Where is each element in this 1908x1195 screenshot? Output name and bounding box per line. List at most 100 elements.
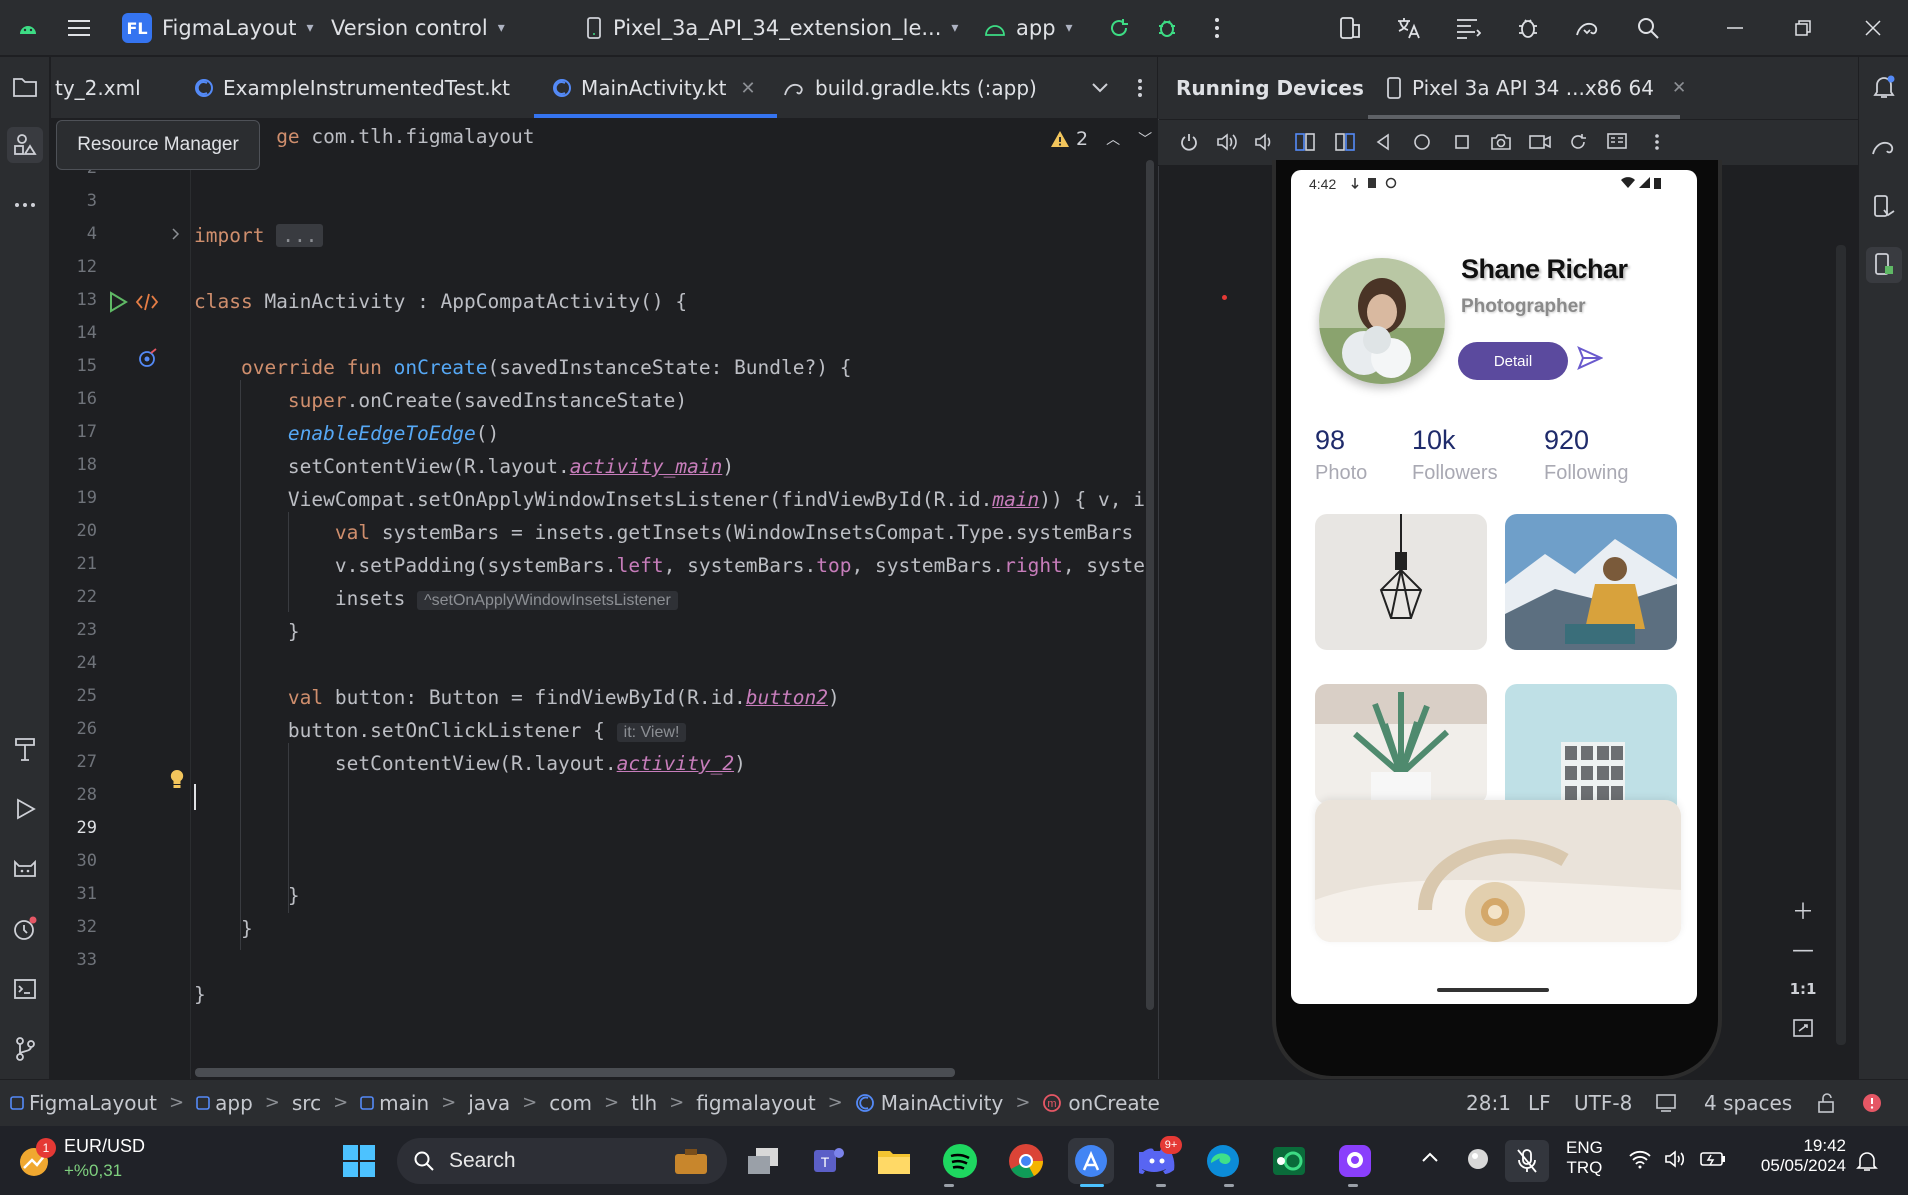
tray-overflow-icon[interactable] bbox=[1420, 1150, 1440, 1164]
gallery-image-plant[interactable] bbox=[1315, 684, 1487, 804]
translate-icon[interactable] bbox=[1390, 0, 1426, 56]
breadcrumb-item[interactable]: figmalayout bbox=[696, 1091, 815, 1115]
spotify-icon[interactable] bbox=[937, 1138, 983, 1184]
project-selector[interactable]: FL FigmaLayout ▾ bbox=[122, 0, 313, 56]
android-studio-taskbar-icon[interactable] bbox=[1068, 1138, 1114, 1184]
project-folder-icon[interactable] bbox=[7, 69, 43, 105]
chrome-icon[interactable] bbox=[1003, 1138, 1049, 1184]
notification-bell-icon[interactable] bbox=[1856, 1150, 1878, 1172]
line-separator[interactable]: LF bbox=[1528, 1079, 1551, 1126]
readonly-toggle-icon[interactable] bbox=[1656, 1079, 1676, 1126]
snapshot-icon[interactable] bbox=[1564, 128, 1592, 156]
device-screen[interactable]: 4:42 Shane Richar Photographer Detail 98… bbox=[1291, 170, 1697, 1004]
file-encoding[interactable]: UTF-8 bbox=[1574, 1079, 1632, 1126]
visual-studio-icon[interactable] bbox=[1266, 1138, 1312, 1184]
file-explorer-icon[interactable] bbox=[871, 1138, 917, 1184]
zoom-actual-size[interactable]: 1:1 bbox=[1786, 972, 1820, 1006]
android-studio-icon[interactable] bbox=[10, 0, 46, 56]
github-desktop-icon[interactable] bbox=[1332, 1138, 1378, 1184]
wifi-icon[interactable] bbox=[1628, 1149, 1652, 1169]
restore-button[interactable] bbox=[1778, 0, 1828, 56]
volume-down-icon[interactable] bbox=[1250, 128, 1278, 156]
lock-icon[interactable] bbox=[1816, 1079, 1836, 1126]
breadcrumb-item[interactable]: main bbox=[360, 1091, 429, 1115]
override-gutter-icon[interactable] bbox=[137, 347, 159, 369]
notifications-icon[interactable] bbox=[1866, 69, 1902, 105]
gallery-image-mountain[interactable] bbox=[1505, 514, 1677, 650]
tab-activity-2-xml[interactable]: ty_2.xml bbox=[55, 57, 141, 119]
rotate-left-icon[interactable] bbox=[1291, 128, 1319, 156]
volume-up-icon[interactable] bbox=[1213, 128, 1241, 156]
terminal-icon[interactable] bbox=[7, 971, 43, 1007]
app-inspection-icon[interactable] bbox=[7, 911, 43, 947]
main-menu-icon[interactable] bbox=[54, 0, 104, 56]
run-gutter-icon[interactable] bbox=[107, 291, 129, 313]
run-icon[interactable] bbox=[7, 791, 43, 827]
tabs-dropdown-icon[interactable] bbox=[1085, 57, 1115, 119]
breadcrumb-item[interactable]: tlh bbox=[631, 1091, 657, 1115]
stock-widget-icon[interactable]: 1 bbox=[14, 1138, 56, 1182]
more-tools-icon[interactable] bbox=[7, 187, 43, 223]
gallery-image-lamp[interactable] bbox=[1315, 514, 1487, 650]
gesture-bar[interactable] bbox=[1437, 988, 1549, 992]
tray-app-icon[interactable] bbox=[1467, 1148, 1489, 1170]
breadcrumb-item[interactable]: app bbox=[196, 1091, 253, 1115]
windows-start-icon[interactable] bbox=[336, 1138, 382, 1184]
task-view-icon[interactable] bbox=[740, 1138, 786, 1184]
logcat-icon[interactable] bbox=[1450, 0, 1486, 56]
gradle-panel-icon[interactable] bbox=[1866, 129, 1902, 165]
more-actions-icon[interactable] bbox=[1200, 0, 1234, 56]
logcat-cat-icon[interactable] bbox=[7, 851, 43, 887]
bug-settings-icon[interactable] bbox=[1510, 0, 1546, 56]
intention-bulb-icon[interactable] bbox=[168, 768, 186, 790]
volume-icon[interactable] bbox=[1664, 1149, 1688, 1169]
teams-icon[interactable]: T bbox=[806, 1138, 852, 1184]
overview-icon[interactable] bbox=[1448, 128, 1476, 156]
next-highlight-icon[interactable]: ﹀ bbox=[1138, 129, 1152, 149]
close-tab-icon[interactable]: ✕ bbox=[1672, 78, 1686, 98]
tab-device[interactable]: Pixel 3a API 34 ...x86 64 ✕ bbox=[1386, 57, 1686, 119]
search-icon[interactable] bbox=[1630, 0, 1666, 56]
device-selector[interactable]: Pixel_3a_API_34_extension_le... ▾ bbox=[585, 0, 958, 56]
tab-options-icon[interactable] bbox=[1125, 57, 1155, 119]
breadcrumb-item[interactable]: FigmaLayout bbox=[10, 1091, 157, 1115]
rotate-right-icon[interactable] bbox=[1331, 128, 1359, 156]
battery-icon[interactable] bbox=[1700, 1150, 1726, 1168]
power-icon[interactable] bbox=[1175, 128, 1203, 156]
tab-main-activity[interactable]: MainActivity.kt ✕ bbox=[551, 57, 756, 119]
inspection-widget[interactable]: 2 ︿ ﹀ bbox=[1050, 128, 1152, 150]
system-clock[interactable]: 19:42 05/05/2024 bbox=[1736, 1136, 1846, 1176]
mic-muted-icon[interactable] bbox=[1505, 1140, 1549, 1182]
close-button[interactable] bbox=[1848, 0, 1898, 56]
breadcrumb-item[interactable]: java bbox=[468, 1091, 510, 1115]
apply-changes-icon[interactable] bbox=[1102, 0, 1136, 56]
code-editor[interactable]: ge com.tlh.figmalayout import ... class … bbox=[192, 120, 1154, 1079]
breadcrumb-item[interactable]: m onCreate bbox=[1042, 1091, 1160, 1115]
breadcrumb-item[interactable]: MainActivity bbox=[855, 1091, 1003, 1115]
device-manager-icon[interactable] bbox=[1332, 0, 1368, 56]
tab-build-gradle[interactable]: build.gradle.kts (:app) bbox=[783, 57, 1037, 119]
breadcrumb-item[interactable]: com bbox=[549, 1091, 592, 1115]
editor-horizontal-scrollbar[interactable] bbox=[195, 1068, 955, 1077]
home-icon[interactable] bbox=[1408, 128, 1436, 156]
breadcrumb-item[interactable]: src bbox=[292, 1091, 321, 1115]
layout-preview-icon[interactable] bbox=[135, 292, 159, 312]
running-devices-panel-icon[interactable] bbox=[1866, 247, 1902, 283]
debug-icon[interactable] bbox=[1150, 0, 1184, 56]
caret-position[interactable]: 28:1 bbox=[1466, 1079, 1511, 1126]
send-icon[interactable] bbox=[1577, 346, 1603, 370]
previous-highlight-icon[interactable]: ︿ bbox=[1106, 129, 1120, 149]
device-more-icon[interactable] bbox=[1643, 128, 1671, 156]
back-icon[interactable] bbox=[1369, 128, 1397, 156]
editor-vertical-scrollbar[interactable] bbox=[1146, 160, 1154, 1010]
screenshot-icon[interactable] bbox=[1487, 128, 1515, 156]
language-indicator[interactable]: ENG TRQ bbox=[1566, 1138, 1603, 1178]
extended-controls-icon[interactable] bbox=[1603, 128, 1631, 156]
indent-setting[interactable]: 4 spaces bbox=[1704, 1079, 1792, 1126]
close-tab-icon[interactable]: ✕ bbox=[740, 78, 755, 99]
gallery-image-headphones[interactable] bbox=[1315, 800, 1681, 942]
tab-example-instrumented-test[interactable]: ExampleInstrumentedTest.kt bbox=[193, 57, 510, 119]
gradle-icon[interactable] bbox=[1570, 0, 1606, 56]
device-manager-panel-icon[interactable] bbox=[1866, 189, 1902, 225]
device-panel-scrollbar[interactable] bbox=[1836, 245, 1846, 1045]
